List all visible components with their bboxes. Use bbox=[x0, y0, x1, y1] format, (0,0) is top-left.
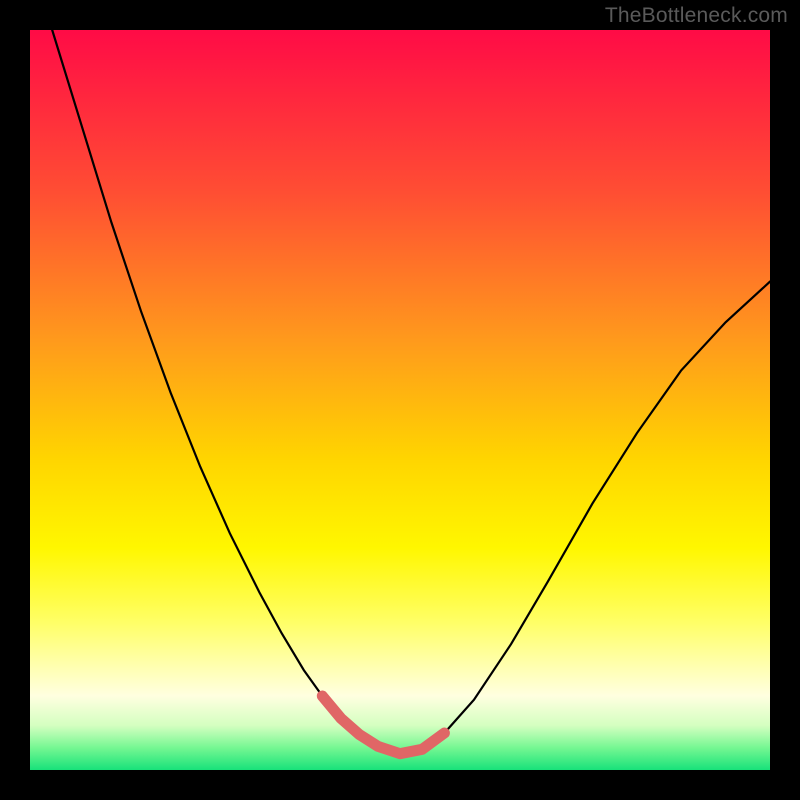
bottom-highlight bbox=[322, 696, 444, 754]
curve-svg bbox=[30, 30, 770, 770]
chart-frame: TheBottleneck.com bbox=[0, 0, 800, 800]
watermark-text: TheBottleneck.com bbox=[605, 4, 788, 28]
plot-area bbox=[30, 30, 770, 770]
bottleneck-curve bbox=[52, 30, 770, 754]
